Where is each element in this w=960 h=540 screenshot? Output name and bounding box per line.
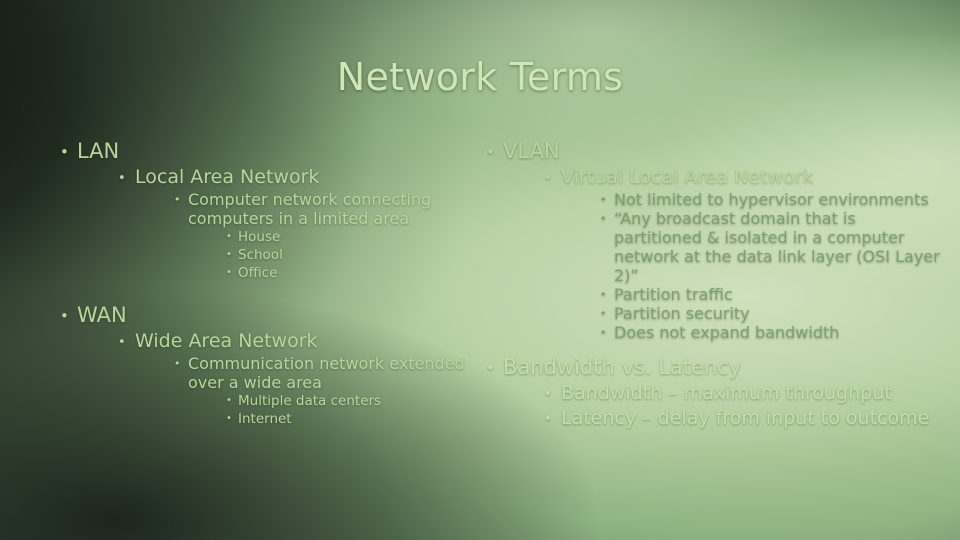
list-item: • Office — [216, 264, 476, 282]
sub-list: • Multiple data centers • Internet — [216, 392, 476, 428]
bullet-icon: • — [600, 212, 607, 225]
sub-list: • Computer network connecting computers … — [163, 190, 476, 282]
list-item: • Bandwidth vs. Latency • Bandwidth – ma… — [472, 354, 940, 431]
list-item: • Computer network connecting computers … — [163, 190, 476, 282]
bullet-icon: • — [226, 413, 232, 424]
page-title: Network Terms — [336, 55, 624, 99]
list-item: • Communication network extended over a … — [163, 354, 476, 428]
bullet-icon: • — [600, 326, 607, 339]
list-item: • WAN • Wide Area Network • Communicatio… — [46, 302, 476, 428]
list-item: • LAN • Local Area Network • Computer ne… — [46, 138, 476, 282]
bullet-label: Virtual Local Area Network — [561, 166, 814, 188]
sub-list: • Communication network extended over a … — [163, 354, 476, 428]
bullet-icon: • — [544, 387, 552, 402]
bullet-label: Bandwidth vs. Latency — [503, 355, 742, 379]
bullet-icon: • — [174, 193, 181, 206]
list-item: • Multiple data centers — [216, 392, 476, 410]
left-bullet-list: • LAN • Local Area Network • Computer ne… — [46, 138, 476, 428]
bullet-label: Local Area Network — [135, 166, 320, 188]
bullet-icon: • — [486, 143, 495, 161]
list-item: • House — [216, 228, 476, 246]
left-content-column: • LAN • Local Area Network • Computer ne… — [46, 138, 476, 429]
bullet-icon: • — [600, 307, 607, 320]
sub-list: • Wide Area Network • Communication netw… — [105, 329, 476, 428]
list-item: • Not limited to hypervisor environments — [589, 190, 940, 209]
list-item: • Local Area Network • Computer network … — [105, 165, 476, 282]
bullet-icon: • — [118, 171, 126, 186]
bullet-label: Office — [238, 265, 278, 281]
list-item: • Bandwidth – maximum throughput — [531, 381, 940, 406]
bullet-label: “Any broadcast domain that is partitione… — [614, 209, 940, 285]
bullet-label: VLAN — [503, 139, 560, 163]
bullet-label: Latency – delay from input to outcome — [561, 407, 930, 429]
bullet-icon: • — [600, 288, 607, 301]
list-item: • Does not expand bandwidth — [589, 323, 940, 342]
bullet-icon: • — [600, 193, 607, 206]
sub-list: • House • School • Office — [216, 228, 476, 282]
bullet-icon: • — [60, 307, 69, 325]
slide: Network Terms • LAN • Local Area Network… — [0, 0, 960, 540]
bullet-icon: • — [486, 359, 495, 377]
bullet-label: LAN — [77, 139, 120, 163]
bullet-icon: • — [226, 267, 232, 278]
list-item: • Virtual Local Area Network • Not limit… — [531, 165, 940, 342]
bullet-label: Multiple data centers — [238, 393, 382, 409]
list-item: • Partition traffic — [589, 285, 940, 304]
bullet-label: Not limited to hypervisor environments — [614, 190, 929, 209]
bullet-icon: • — [226, 395, 232, 406]
list-item: • Internet — [216, 410, 476, 428]
list-item: • Latency – delay from input to outcome — [531, 406, 940, 431]
list-item: • “Any broadcast domain that is partitio… — [589, 209, 940, 285]
list-item: • Wide Area Network • Communication netw… — [105, 329, 476, 428]
list-item: • VLAN • Virtual Local Area Network • No… — [472, 138, 940, 342]
bullet-label: Partition traffic — [614, 285, 733, 304]
bullet-icon: • — [544, 412, 552, 427]
bullet-label: Does not expand bandwidth — [614, 323, 840, 342]
bullet-icon: • — [174, 357, 181, 370]
bullet-icon: • — [544, 171, 552, 186]
bullet-label: WAN — [77, 303, 127, 327]
bullet-label: Internet — [238, 411, 292, 427]
sub-list: • Not limited to hypervisor environments… — [589, 190, 940, 342]
bullet-label: House — [238, 229, 281, 245]
bullet-label: Computer network connecting computers in… — [188, 190, 432, 228]
bullet-icon: • — [226, 231, 232, 242]
sub-list: • Local Area Network • Computer network … — [105, 165, 476, 282]
sub-list: • Virtual Local Area Network • Not limit… — [531, 165, 940, 342]
bullet-label: School — [238, 247, 283, 263]
list-item: • School — [216, 246, 476, 264]
list-item: • Partition security — [589, 304, 940, 323]
bullet-icon: • — [60, 143, 69, 161]
bullet-label: Communication network extended over a wi… — [188, 354, 465, 392]
bullet-icon: • — [226, 249, 232, 260]
bullet-label: Partition security — [614, 304, 750, 323]
right-bullet-list: • VLAN • Virtual Local Area Network • No… — [472, 138, 940, 431]
sub-list: • Bandwidth – maximum throughput • Laten… — [531, 381, 940, 431]
bullet-label: Bandwidth – maximum throughput — [561, 382, 892, 404]
bullet-icon: • — [118, 335, 126, 350]
right-content-column: • VLAN • Virtual Local Area Network • No… — [472, 138, 940, 432]
bullet-label: Wide Area Network — [135, 330, 318, 352]
